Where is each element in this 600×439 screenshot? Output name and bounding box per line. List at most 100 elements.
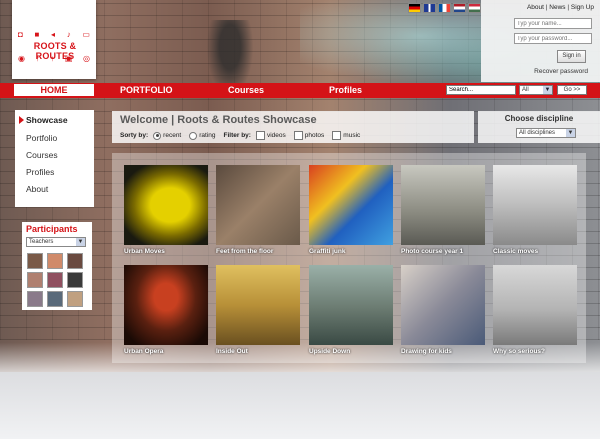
showcase-grid: Urban Moves Feet from the floor Graffiti… xyxy=(112,153,586,363)
german-flag[interactable] xyxy=(408,3,421,13)
showcase-item[interactable]: Upside Down xyxy=(309,265,393,355)
login-panel: About | News | Sign Up Sign in Recover p… xyxy=(481,0,600,82)
thumbnail[interactable] xyxy=(401,165,485,245)
hungarian-flag[interactable] xyxy=(468,3,481,13)
avatar[interactable] xyxy=(67,291,83,307)
showcase-item[interactable]: Inside Out xyxy=(216,265,300,355)
avatar[interactable] xyxy=(47,272,63,288)
search-scope-value: All xyxy=(522,87,529,93)
welcome-panel: Welcome | Roots & Routes Showcase Sorty … xyxy=(112,111,474,143)
avatar[interactable] xyxy=(67,253,83,269)
showcase-caption[interactable]: Urban Moves xyxy=(124,248,208,255)
arrow-up-icon: ↑ xyxy=(50,54,55,63)
sort-label: Sorty by: xyxy=(120,132,149,139)
cassette-icon: ▣ xyxy=(64,54,73,63)
dutch-flag[interactable] xyxy=(453,3,466,13)
showcase-item[interactable]: Classic moves xyxy=(493,165,577,255)
nav-home[interactable]: HOME xyxy=(14,84,94,96)
pod-icon: ◎ xyxy=(82,54,90,63)
camera-icon: ◘ xyxy=(18,30,23,39)
showcase-caption[interactable]: Graffiti junk xyxy=(309,248,393,255)
thumbnail[interactable] xyxy=(401,265,485,345)
disc-icon: ◉ xyxy=(18,54,25,63)
showcase-item[interactable]: Photo course year 1 xyxy=(401,165,485,255)
avatar[interactable] xyxy=(27,272,43,288)
language-flags xyxy=(408,3,481,13)
showcase-caption[interactable]: Feet from the floor xyxy=(216,248,300,255)
username-field[interactable] xyxy=(514,18,592,29)
showcase-caption[interactable]: Drawing for kids xyxy=(401,348,485,355)
filter-photos-option[interactable]: photos xyxy=(293,131,324,140)
thumbnail[interactable] xyxy=(493,265,577,345)
recover-password-link[interactable]: Recover password xyxy=(534,68,588,75)
sidebar-item-profiles[interactable]: Profiles xyxy=(26,167,54,177)
showcase-caption[interactable]: Upside Down xyxy=(309,348,393,355)
participants-panel: Participants Teachers ▼ xyxy=(22,222,92,310)
sort-rating-option[interactable]: rating xyxy=(189,131,216,140)
avatar[interactable] xyxy=(67,272,83,288)
showcase-caption[interactable]: Inside Out xyxy=(216,348,300,355)
sidebar-item-showcase[interactable]: Showcase xyxy=(26,115,68,125)
main-nav: HOME PORTFOLIO Courses Profiles All ▼ Go… xyxy=(0,83,600,98)
phone-icon: ▭ xyxy=(82,30,90,39)
filter-music-option[interactable]: music xyxy=(332,131,360,140)
showcase-caption[interactable]: Photo course year 1 xyxy=(401,248,485,255)
checkbox-icon[interactable] xyxy=(255,131,265,140)
radio-icon[interactable] xyxy=(153,131,162,140)
checkbox-icon[interactable] xyxy=(332,131,342,140)
showcase-caption[interactable]: Urban Opera xyxy=(124,348,208,355)
thumbnail[interactable] xyxy=(124,165,208,245)
go-button[interactable]: Go >> xyxy=(557,85,587,95)
news-link[interactable]: News xyxy=(549,4,565,11)
sidebar-item-about[interactable]: About xyxy=(26,184,48,194)
nav-courses[interactable]: Courses xyxy=(228,83,264,98)
thumbnail[interactable] xyxy=(124,265,208,345)
thumbnail[interactable] xyxy=(309,265,393,345)
participants-title: Participants xyxy=(26,224,78,234)
arrow-up-icon: ↑ xyxy=(35,54,40,63)
showcase-item[interactable]: Drawing for kids xyxy=(401,265,485,355)
participants-filter-value: Teachers xyxy=(29,239,54,245)
sort-recent-option[interactable]: recent xyxy=(153,131,181,140)
french-flag[interactable] xyxy=(438,3,451,13)
uk-flag[interactable] xyxy=(423,3,436,13)
showcase-item[interactable]: Urban Opera xyxy=(124,265,208,355)
thumbnail[interactable] xyxy=(493,165,577,245)
nav-profiles[interactable]: Profiles xyxy=(329,83,362,98)
filter-videos-option[interactable]: videos xyxy=(255,131,286,140)
sign-in-button[interactable]: Sign in xyxy=(557,50,586,63)
logo-icons-top: ◘ ■ ◂ ♪ ▭ xyxy=(18,30,90,39)
about-link[interactable]: About xyxy=(527,4,544,11)
avatar[interactable] xyxy=(47,291,63,307)
avatar[interactable] xyxy=(27,253,43,269)
sort-rating-label: rating xyxy=(199,132,216,139)
sidebar-item-portfolio[interactable]: Portfolio xyxy=(26,133,57,143)
participants-filter-select[interactable]: Teachers ▼ xyxy=(26,237,86,247)
checkbox-icon[interactable] xyxy=(293,131,303,140)
showcase-caption[interactable]: Why so serious? xyxy=(493,348,577,355)
showcase-item[interactable]: Graffiti junk xyxy=(309,165,393,255)
floor xyxy=(0,372,600,439)
discipline-select[interactable]: All disciplines ▼ xyxy=(516,128,576,138)
radio-icon[interactable] xyxy=(189,131,198,140)
showcase-caption[interactable]: Classic moves xyxy=(493,248,577,255)
thumbnail[interactable] xyxy=(309,165,393,245)
thumbnail[interactable] xyxy=(216,165,300,245)
speaker-icon: ◂ xyxy=(51,30,56,39)
showcase-item[interactable]: Urban Moves xyxy=(124,165,208,255)
video-icon: ■ xyxy=(34,30,40,39)
password-field[interactable] xyxy=(514,33,592,44)
avatar[interactable] xyxy=(27,291,43,307)
showcase-item[interactable]: Feet from the floor xyxy=(216,165,300,255)
link-separator: | xyxy=(545,4,548,11)
site-logo[interactable]: ◘ ■ ◂ ♪ ▭ ROOTS & ROUTES ◉ ↑ ↑ ▣ ◎ xyxy=(12,0,96,79)
sidebar-item-courses[interactable]: Courses xyxy=(26,150,58,160)
thumbnail[interactable] xyxy=(216,265,300,345)
search-input[interactable] xyxy=(446,85,516,95)
showcase-item[interactable]: Why so serious? xyxy=(493,265,577,355)
sign-up-link[interactable]: Sign Up xyxy=(571,4,594,11)
nav-portfolio[interactable]: PORTFOLIO xyxy=(120,83,173,98)
discipline-title: Choose discipline xyxy=(504,114,574,123)
avatar[interactable] xyxy=(47,253,63,269)
search-scope-select[interactable]: All ▼ xyxy=(519,85,553,95)
